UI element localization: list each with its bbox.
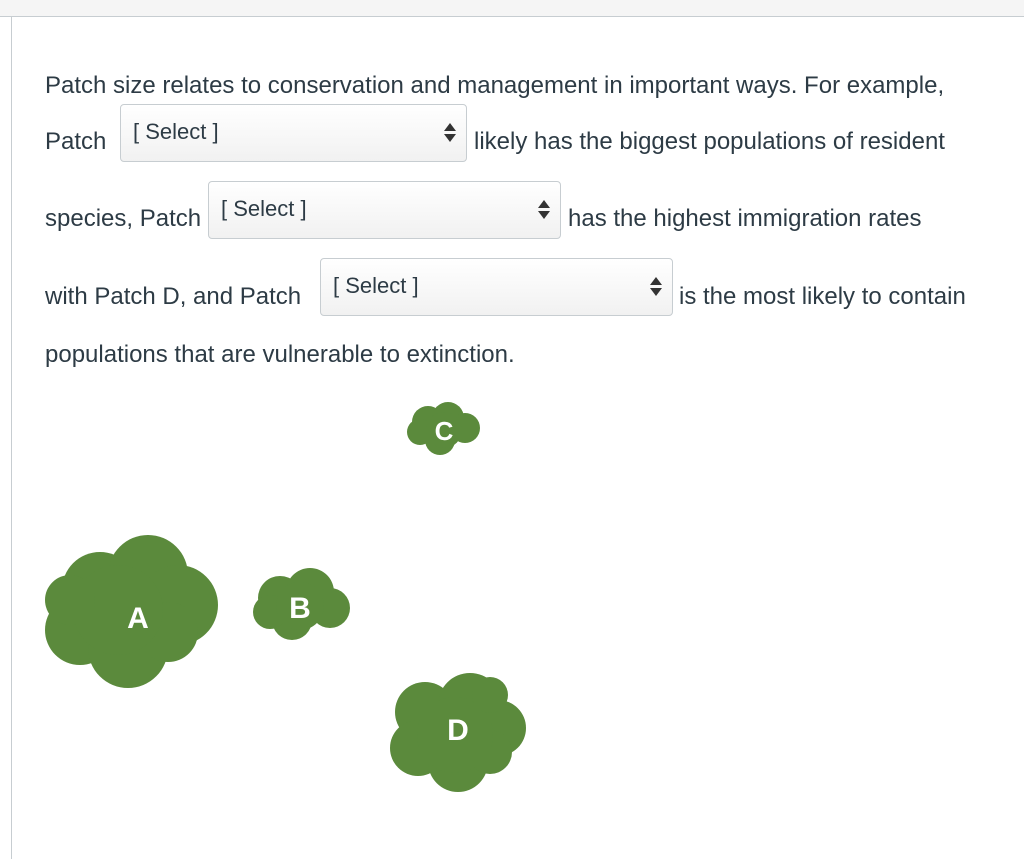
patch-a-label: A [127,602,149,635]
habitat-patches-figure: A B C D [45,402,526,792]
patch-b-label: B [289,592,311,625]
patch-c-label: C [435,416,454,446]
patch-d-label: D [447,714,469,747]
